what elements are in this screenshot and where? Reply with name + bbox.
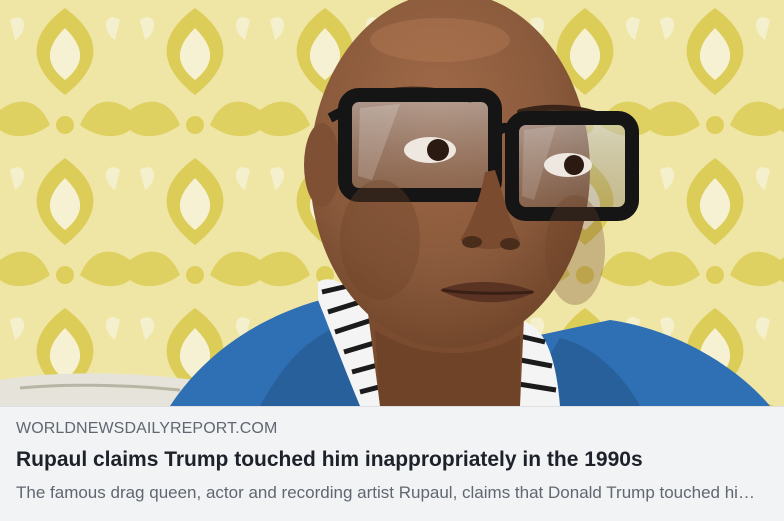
link-domain[interactable]: WORLDNEWSDAILYREPORT.COM [16, 419, 768, 439]
link-description: The famous drag queen, actor and recordi… [16, 483, 768, 502]
link-title[interactable]: Rupaul claims Trump touched him inapprop… [16, 447, 768, 473]
portrait-photo [0, 0, 784, 406]
link-preview-image[interactable] [0, 0, 784, 406]
link-preview-caption[interactable]: WORLDNEWSDAILYREPORT.COM Rupaul claims T… [0, 406, 784, 521]
link-preview-card[interactable]: WORLDNEWSDAILYREPORT.COM Rupaul claims T… [0, 0, 784, 521]
